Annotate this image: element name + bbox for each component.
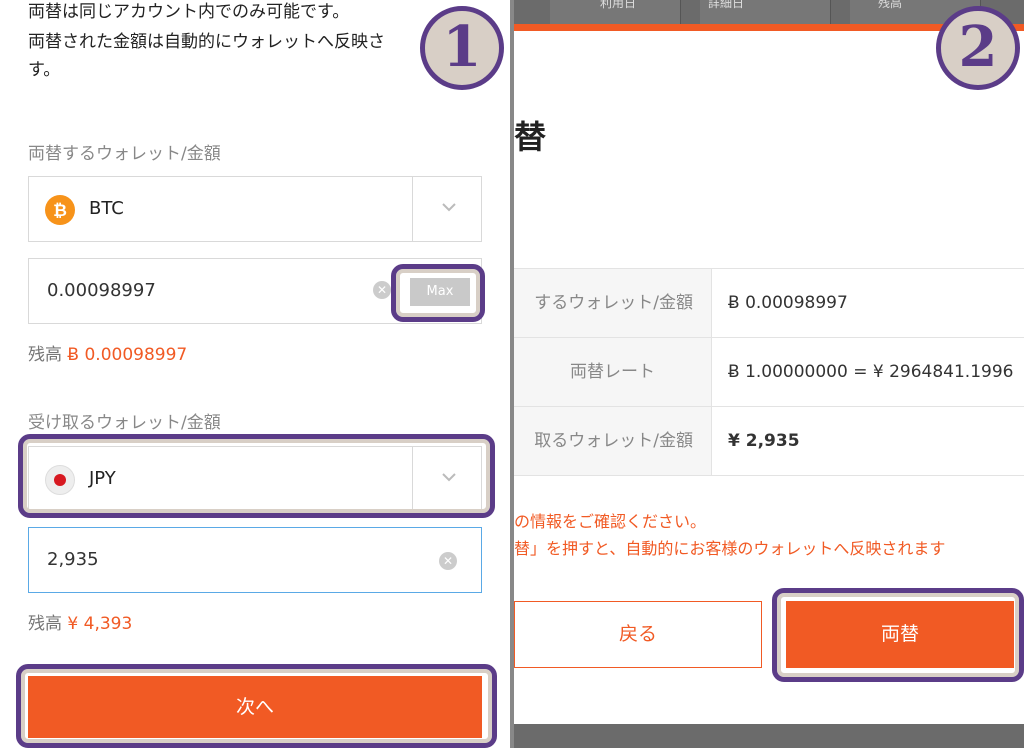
chevron-down-icon[interactable] <box>439 197 459 217</box>
from-wallet-select[interactable]: ₿ BTC <box>28 176 482 242</box>
background-footer <box>514 724 1024 748</box>
to-balance-prefix: 残高 <box>28 614 62 634</box>
max-button-highlight <box>391 264 485 322</box>
from-amount-value[interactable]: 0.00098997 <box>47 280 156 301</box>
from-balance: 残高 Ƀ 0.00098997 <box>28 340 187 365</box>
filter-tab: 利用日 <box>550 0 681 24</box>
from-balance-amount: Ƀ 0.00098997 <box>67 345 188 365</box>
to-amount-value[interactable]: 2,935 <box>47 549 99 570</box>
row-value: ¥ 2,935 <box>728 431 800 451</box>
table-row: 取るウォレット/金額 ¥ 2,935 <box>514 407 1024 476</box>
to-amount-field[interactable]: 2,935 ✕ <box>28 527 482 593</box>
exchange-form-panel: 両替は同じアカウント内でのみ可能です。 両替された金額は自動的にウォレットへ反映… <box>0 0 510 748</box>
step-badge-2: 2 <box>936 6 1020 90</box>
warning-line-1: の情報をご確認ください。 <box>514 512 707 531</box>
warning-line-2: 替」を押すと、自動的にお客様のウォレットへ反映されます <box>514 539 946 558</box>
notice-line-2: 両替された金額は自動的にウォレットへ反映さ <box>28 32 385 52</box>
table-row: 両替レート Ƀ 1.00000000 = ¥ 2964841.1996 <box>514 338 1024 407</box>
confirm-panel: 利用日 詳細日 残高 替 するウォレット/金額 Ƀ 0.00098997 両替レ… <box>514 0 1024 748</box>
to-balance-amount: ¥ 4,393 <box>67 614 133 634</box>
from-wallet-label: 両替するウォレット/金額 <box>28 144 221 164</box>
row-key: するウォレット/金額 <box>514 269 712 337</box>
notice-line-1: 両替は同じアカウント内でのみ可能です。 <box>28 2 350 22</box>
filter-tab-label: 詳細日 <box>708 0 745 10</box>
table-row: するウォレット/金額 Ƀ 0.00098997 <box>514 269 1024 338</box>
row-key: 取るウォレット/金額 <box>514 407 712 475</box>
svg-text:₿: ₿ <box>53 201 67 221</box>
step-badge-1: 1 <box>420 6 504 90</box>
row-key: 両替レート <box>514 338 712 406</box>
modal-title: 替 <box>514 118 547 156</box>
select-divider <box>412 177 413 241</box>
to-balance: 残高 ¥ 4,393 <box>28 609 132 634</box>
exchange-button-highlight <box>772 588 1024 682</box>
notice-line-3: す。 <box>28 60 61 80</box>
row-value: Ƀ 1.00000000 = ¥ 2964841.1996 <box>728 362 1014 382</box>
bitcoin-icon: ₿ <box>45 195 75 225</box>
from-balance-prefix: 残高 <box>28 345 62 365</box>
row-value: Ƀ 0.00098997 <box>728 293 848 313</box>
next-button-highlight <box>16 664 497 748</box>
filter-tab-label: 残高 <box>878 0 903 10</box>
clear-icon[interactable]: ✕ <box>373 281 391 299</box>
filter-tab-label: 利用日 <box>600 0 637 10</box>
back-button[interactable]: 戻る <box>514 601 762 668</box>
filter-tab: 詳細日 <box>700 0 831 24</box>
to-wallet-label: 受け取るウォレット/金額 <box>28 413 221 433</box>
confirm-table: するウォレット/金額 Ƀ 0.00098997 両替レート Ƀ 1.000000… <box>514 268 1024 476</box>
to-wallet-highlight <box>18 434 495 518</box>
clear-icon[interactable]: ✕ <box>439 552 457 570</box>
from-currency-label: BTC <box>89 198 124 219</box>
